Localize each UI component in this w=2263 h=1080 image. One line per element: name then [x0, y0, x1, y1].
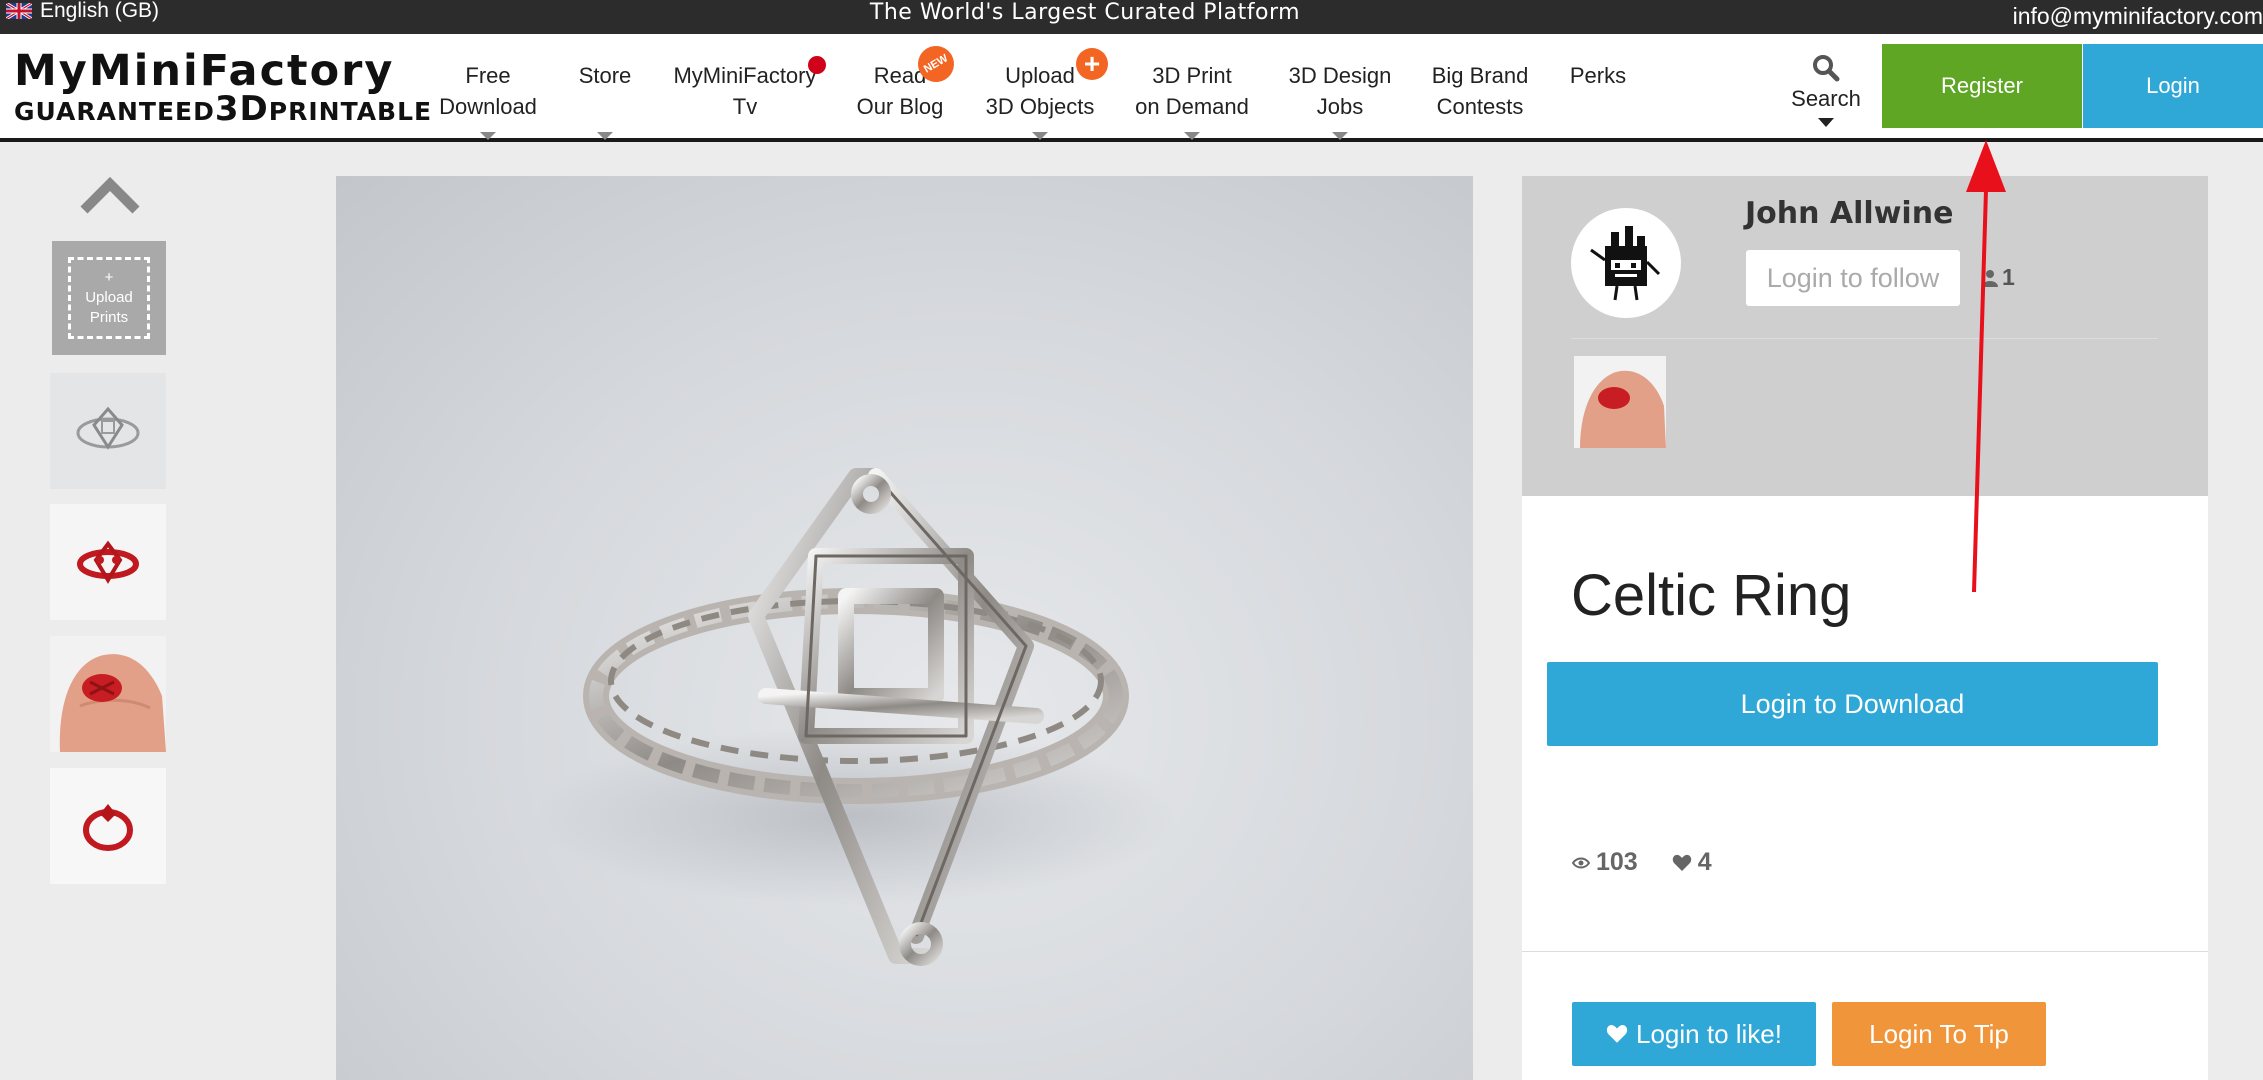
user-icon [1982, 269, 1998, 287]
thumbnail-red-ring[interactable] [50, 504, 166, 620]
designer-panel: John Allwine Login to follow 1 [1522, 176, 2208, 496]
ring-on-hand-mini-image [1574, 356, 1666, 448]
live-dot-icon [808, 56, 826, 74]
nav-store[interactable]: Store [574, 60, 636, 140]
logo-wordmark: MyMiniFactory [14, 46, 395, 96]
login-to-follow-button[interactable]: Login to follow [1746, 250, 1960, 306]
nav-free-download[interactable]: Free Download [436, 60, 540, 140]
logo-tagline: GUARANTEED3DPRINTABLE [14, 89, 433, 129]
factory-mascot-avatar-icon [1590, 226, 1661, 301]
divider [1522, 951, 2208, 952]
search-label: Search [1791, 86, 1861, 111]
avatar[interactable] [1571, 208, 1681, 318]
ring-on-hand-thumbnail-image [50, 636, 166, 752]
top-utility-bar: English (GB) The World's Largest Curated… [0, 0, 2263, 34]
like-count: 4 [1697, 848, 1712, 876]
main-navigation: MyMiniFactory GUARANTEED3DPRINTABLE Free… [0, 34, 2263, 142]
tagline: The World's Largest Curated Platform [869, 0, 1301, 25]
nav-big-brand-contests[interactable]: Big Brand Contests [1428, 60, 1532, 122]
object-stats: 103 4 [1572, 848, 1712, 877]
designer-name-link[interactable]: John Allwine [1745, 196, 1953, 231]
search-icon [1813, 55, 1840, 82]
red-ring-thumbnail-image [50, 504, 166, 620]
red-ring-top-thumbnail-image [50, 768, 166, 884]
nav-upload-3d-objects[interactable]: Upload 3D Objects + [984, 48, 1108, 140]
chevron-up-icon[interactable] [80, 176, 140, 216]
thumbnail-silver-ring[interactable] [50, 373, 166, 489]
nav-myminifactory-tv[interactable]: MyMiniFactory Tv [670, 56, 826, 122]
nav-3d-print-on-demand[interactable]: 3D Print on Demand [1134, 60, 1250, 140]
login-to-tip-button[interactable]: Login To Tip [1832, 1002, 2046, 1066]
register-button[interactable]: Register [1882, 44, 2082, 128]
chevron-down-icon [1184, 132, 1200, 140]
chevron-down-icon [480, 132, 496, 140]
contact-email-link[interactable]: info@myminifactory.com [2013, 3, 2263, 30]
object-title: Celtic Ring [1571, 563, 1852, 628]
divider [1571, 338, 2158, 339]
login-to-like-button[interactable]: Login to like! [1572, 1002, 1816, 1066]
thumbnail-red-ring-top[interactable] [50, 768, 166, 884]
thumbnail-ring-on-hand[interactable] [50, 636, 166, 752]
nav-read-blog[interactable]: Read Our Blog NEW [852, 39, 961, 122]
silver-ring-thumbnail-image [50, 373, 166, 489]
upload-prints-button[interactable]: + Upload Prints [52, 241, 166, 355]
eye-icon [1572, 857, 1590, 868]
site-logo[interactable]: MyMiniFactory GUARANTEED3DPRINTABLE [14, 46, 433, 129]
followers-count: 1 [1982, 264, 2015, 291]
chevron-down-icon [597, 132, 613, 140]
search-button[interactable]: Search [1788, 54, 1864, 127]
heart-icon [1672, 854, 1691, 871]
chevron-down-icon [1032, 132, 1048, 140]
heart-icon [1606, 1025, 1628, 1043]
login-to-download-button[interactable]: Login to Download [1547, 662, 2158, 746]
view-count: 103 [1596, 848, 1638, 876]
object-details-panel: Celtic Ring Login to Download 103 4 Logi… [1522, 496, 2208, 1080]
nav-3d-design-jobs[interactable]: 3D Design Jobs [1286, 60, 1394, 140]
celtic-ring-photo [536, 468, 1176, 966]
chevron-down-icon [1332, 132, 1348, 140]
chevron-down-icon [1818, 118, 1834, 127]
nav-perks[interactable]: Perks [1566, 60, 1630, 91]
designer-recent-work-thumbnail[interactable] [1574, 356, 1666, 448]
login-button[interactable]: Login [2083, 44, 2263, 128]
main-product-image[interactable] [336, 176, 1473, 1080]
plus-icon: + [1076, 48, 1108, 80]
